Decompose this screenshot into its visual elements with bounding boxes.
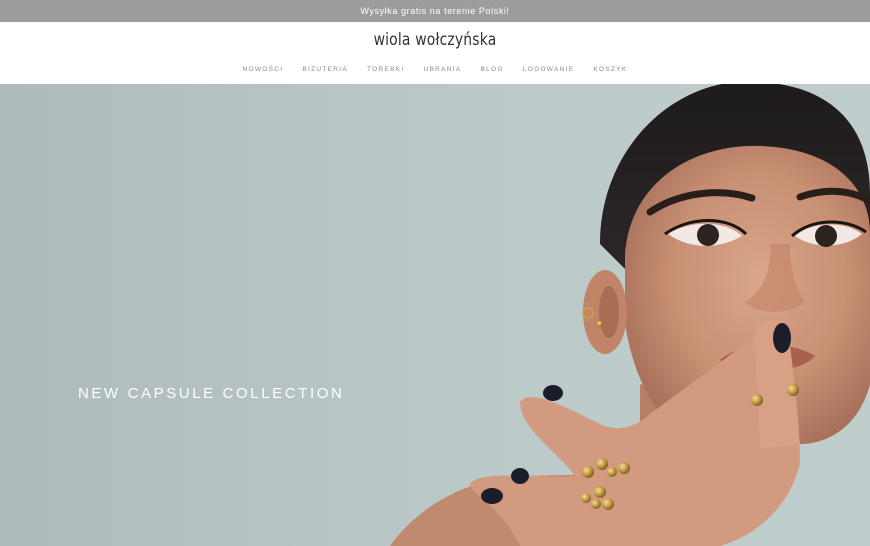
hero-model-image [390, 84, 870, 546]
nav-item-blog[interactable]: BLOG [471, 66, 513, 73]
announcement-bar: Wysyłka gratis na terenie Polski! [0, 0, 870, 22]
brand-logo[interactable]: wiola wołczyńska [78, 30, 791, 50]
hero-title[interactable]: NEW CAPSULE COLLECTION [78, 385, 344, 402]
nav-item-ubrania[interactable]: UBRANIA [414, 66, 471, 73]
nav-item-nowosci[interactable]: NOWOŚCI [233, 66, 293, 73]
announcement-text: Wysyłka gratis na terenie Polski! [360, 6, 510, 16]
main-nav: NOWOŚCI BIZUTERIA TOREBKI UBRANIA BLOG L… [0, 66, 870, 73]
nav-item-bizuteria[interactable]: BIZUTERIA [293, 66, 358, 73]
nav-item-logowanie[interactable]: LOGOWANIE [513, 66, 584, 73]
hero-banner[interactable]: NEW CAPSULE COLLECTION [0, 84, 870, 546]
nav-item-torebki[interactable]: TOREBKI [358, 66, 415, 73]
site-header: wiola wołczyńska NOWOŚCI BIZUTERIA TOREB… [0, 22, 870, 84]
nav-item-koszyk[interactable]: KOSZYK [584, 66, 637, 73]
